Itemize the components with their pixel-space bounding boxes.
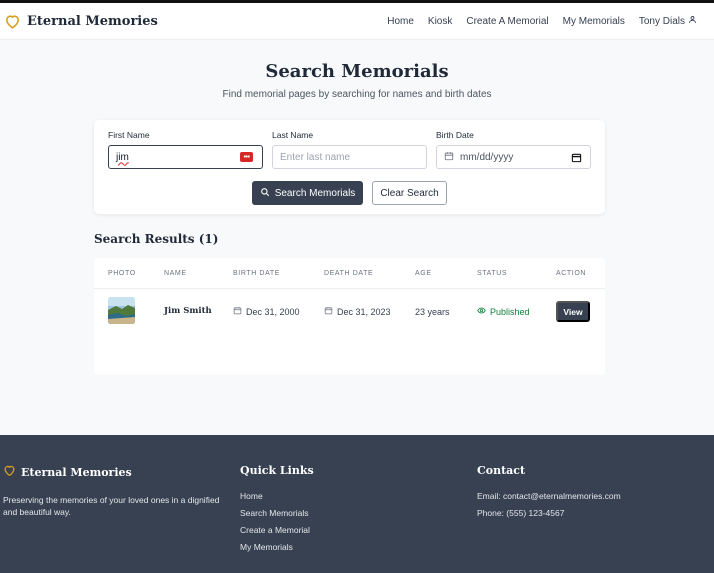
footer-link-my-memorials[interactable]: My Memorials xyxy=(240,542,440,552)
nav-kiosk[interactable]: Kiosk xyxy=(428,16,452,27)
nav-user-menu[interactable]: Tony Dials xyxy=(639,15,697,27)
last-name-placeholder: Enter last name xyxy=(280,151,351,163)
page-subtitle: Find memorial pages by searching for nam… xyxy=(222,89,492,100)
search-icon xyxy=(260,187,270,200)
col-action: Action xyxy=(556,270,587,277)
footer-link-search[interactable]: Search Memorials xyxy=(240,508,440,518)
quick-links-title: Quick Links xyxy=(240,464,314,477)
results-table: Photo Name Birth Date Death Date Age Sta… xyxy=(94,258,605,375)
birth-date-label: Birth Date xyxy=(436,130,474,140)
contact-list: Email: contact@eternalmemories.com Phone… xyxy=(477,491,707,518)
memorial-name[interactable]: Jim Smith xyxy=(164,306,212,316)
nav-create-memorial[interactable]: Create A Memorial xyxy=(466,16,548,27)
first-name-label: First Name xyxy=(108,130,150,140)
site-header: Eternal Memories Home Kiosk Create A Mem… xyxy=(0,3,714,40)
password-manager-icon[interactable]: ••• xyxy=(240,152,253,162)
page-title: Search Memorials xyxy=(265,61,449,82)
footer-about: Eternal Memories Preserving the memories… xyxy=(3,464,228,518)
calendar-icon xyxy=(233,306,242,317)
birth-date-cell: Dec 31, 2000 xyxy=(233,306,300,317)
contact-phone[interactable]: Phone: (555) 123-4567 xyxy=(477,508,707,518)
birth-date-input[interactable]: mm/dd/yyyy xyxy=(436,145,591,169)
footer-tagline: Preserving the memories of your loved on… xyxy=(3,495,220,517)
birth-date-value: Dec 31, 2000 xyxy=(246,306,300,317)
footer-brand: Eternal Memories xyxy=(3,464,228,480)
calendar-icon xyxy=(444,151,454,164)
contact-email[interactable]: Email: contact@eternalmemories.com xyxy=(477,491,707,501)
view-button[interactable]: View xyxy=(556,301,590,322)
first-name-value: jim xyxy=(116,151,129,163)
quick-links-list: Home Search Memorials Create a Memorial … xyxy=(240,491,440,552)
contact-title: Contact xyxy=(477,464,526,477)
col-status: Status xyxy=(477,270,508,277)
age-value: 23 years xyxy=(415,307,450,317)
site-footer: Eternal Memories Preserving the memories… xyxy=(0,435,714,573)
footer-quick-links: Quick Links Home Search Memorials Create… xyxy=(240,464,440,559)
col-photo: Photo xyxy=(108,270,136,277)
footer-link-home[interactable]: Home xyxy=(240,491,440,501)
first-name-input[interactable]: jim ••• xyxy=(108,145,263,169)
user-icon xyxy=(688,15,697,27)
heart-icon xyxy=(3,464,16,480)
nav-home[interactable]: Home xyxy=(387,16,414,27)
clear-search-button[interactable]: Clear Search xyxy=(372,181,447,205)
user-name: Tony Dials xyxy=(638,15,685,27)
col-death-date: Death Date xyxy=(324,270,374,277)
death-date-cell: Dec 31, 2023 xyxy=(324,306,391,317)
table-header: Photo Name Birth Date Death Date Age Sta… xyxy=(94,258,605,289)
last-name-input[interactable]: Enter last name xyxy=(272,145,427,169)
search-memorials-button[interactable]: Search Memorials xyxy=(252,181,363,205)
date-picker-icon[interactable] xyxy=(571,152,582,166)
col-name: Name xyxy=(164,270,187,277)
results-title: Search Results (1) xyxy=(94,232,219,246)
footer-link-create[interactable]: Create a Memorial xyxy=(240,525,440,535)
birth-date-group: Birth Date mm/dd/yyyy xyxy=(436,130,591,169)
brand-name: Eternal Memories xyxy=(27,13,158,29)
first-name-group: First Name jim ••• xyxy=(108,130,263,169)
last-name-label: Last Name xyxy=(272,130,314,140)
calendar-icon xyxy=(324,306,333,317)
footer-contact: Contact Email: contact@eternalmemories.c… xyxy=(477,464,707,525)
last-name-group: Last Name Enter last name xyxy=(272,130,427,169)
col-birth-date: Birth Date xyxy=(233,270,280,277)
search-form: First Name jim ••• Last Name Enter last … xyxy=(94,120,605,214)
memorial-photo xyxy=(108,297,135,324)
birth-date-placeholder: mm/dd/yyyy xyxy=(460,151,514,163)
main-nav: Home Kiosk Create A Memorial My Memorial… xyxy=(387,15,697,27)
status-badge: Published xyxy=(477,306,530,317)
death-date-value: Dec 31, 2023 xyxy=(337,306,391,317)
col-age: Age xyxy=(415,270,432,277)
eye-icon xyxy=(477,306,486,317)
table-row: Jim Smith Dec 31, 2000 Dec 31, 2023 23 y… xyxy=(94,289,605,335)
status-value: Published xyxy=(490,306,530,317)
footer-brand-name: Eternal Memories xyxy=(21,465,132,479)
brand-logo[interactable]: Eternal Memories xyxy=(4,13,158,30)
heart-icon xyxy=(4,13,21,30)
nav-my-memorials[interactable]: My Memorials xyxy=(563,16,625,27)
search-button-label: Search Memorials xyxy=(274,187,356,199)
